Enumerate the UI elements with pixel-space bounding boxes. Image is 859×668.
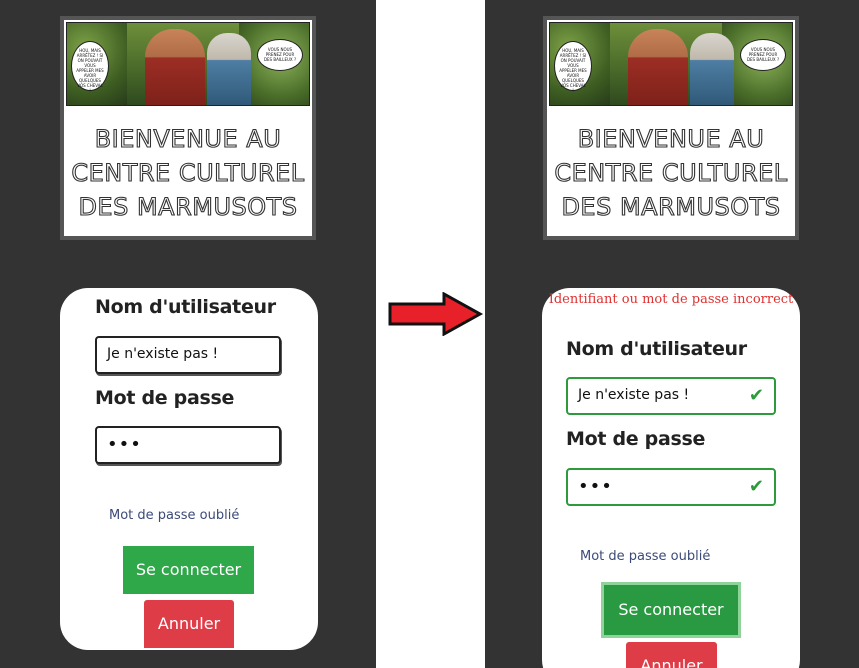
login-form: Nom d'utilisateur Je n'existe pas ! Mot …	[60, 288, 318, 650]
password-label: Mot de passe	[566, 428, 706, 450]
username-input[interactable]: Je n'existe pas !	[95, 336, 281, 374]
right-arrow-icon	[388, 292, 484, 336]
checkmark-icon: ✔	[748, 385, 764, 406]
welcome-banner: HOU, MAIS ARRÊTEZ ! SI ON POUVAIT VOUS A…	[60, 16, 316, 240]
comic-character-left	[628, 29, 688, 105]
comic-character-left	[145, 29, 205, 105]
welcome-line: BIENVENUE AU	[94, 124, 282, 153]
comic-speech-bubble: VOUS NOUS PRENEZ POUR DES BAILLEUX ?	[740, 39, 786, 71]
comic-speech-bubble: HOU, MAIS ARRÊTEZ ! SI ON POUVAIT VOUS A…	[71, 41, 109, 93]
username-value: Je n'existe pas !	[107, 346, 219, 362]
welcome-banner: HOU, MAIS ARRÊTEZ ! SI ON POUVAIT VOUS A…	[543, 16, 799, 240]
comic-character-right	[207, 33, 251, 105]
connect-button[interactable]: Se connecter	[123, 546, 254, 594]
welcome-line: CENTRE CULTUREL	[71, 158, 305, 187]
comic-illustration: HOU, MAIS ARRÊTEZ ! SI ON POUVAIT VOUS A…	[549, 22, 793, 106]
comic-illustration: HOU, MAIS ARRÊTEZ ! SI ON POUVAIT VOUS A…	[66, 22, 310, 106]
welcome-title: BIENVENUE AU CENTRE CULTUREL DES MARMUSO…	[547, 122, 795, 224]
welcome-line: DES MARMUSOTS	[78, 192, 298, 221]
welcome-title: BIENVENUE AU CENTRE CULTUREL DES MARMUSO…	[64, 122, 312, 224]
comic-speech-bubble: VOUS NOUS PRENEZ POUR DES BAILLEUX ?	[257, 39, 303, 71]
login-screen-before: HOU, MAIS ARRÊTEZ ! SI ON POUVAIT VOUS A…	[0, 0, 376, 668]
error-message: Identifiant ou mot de passe incorrect	[548, 292, 794, 307]
forgot-password-link[interactable]: Mot de passe oublié	[580, 549, 710, 564]
welcome-line: CENTRE CULTUREL	[554, 158, 788, 187]
password-value: •••	[107, 434, 142, 455]
comic-speech-bubble: HOU, MAIS ARRÊTEZ ! SI ON POUVAIT VOUS A…	[554, 41, 592, 93]
welcome-line: BIENVENUE AU	[577, 124, 765, 153]
connect-button[interactable]: Se connecter	[604, 585, 738, 635]
password-input[interactable]: •••	[95, 426, 281, 464]
username-label: Nom d'utilisateur	[95, 296, 276, 318]
login-screen-after: HOU, MAIS ARRÊTEZ ! SI ON POUVAIT VOUS A…	[485, 0, 859, 668]
comic-character-right	[690, 33, 734, 105]
password-value: •••	[578, 476, 613, 497]
welcome-line: DES MARMUSOTS	[561, 192, 781, 221]
cancel-button[interactable]: Annuler	[144, 600, 234, 648]
cancel-button[interactable]: Annuler	[626, 642, 717, 668]
username-value: Je n'existe pas !	[578, 387, 690, 403]
forgot-password-link[interactable]: Mot de passe oublié	[109, 508, 239, 523]
login-form: Identifiant ou mot de passe incorrect No…	[542, 288, 800, 668]
checkmark-icon: ✔	[748, 476, 764, 497]
password-input[interactable]: ••• ✔	[566, 468, 776, 506]
password-label: Mot de passe	[95, 387, 235, 409]
username-label: Nom d'utilisateur	[566, 338, 747, 360]
username-input[interactable]: Je n'existe pas ! ✔	[566, 377, 776, 415]
